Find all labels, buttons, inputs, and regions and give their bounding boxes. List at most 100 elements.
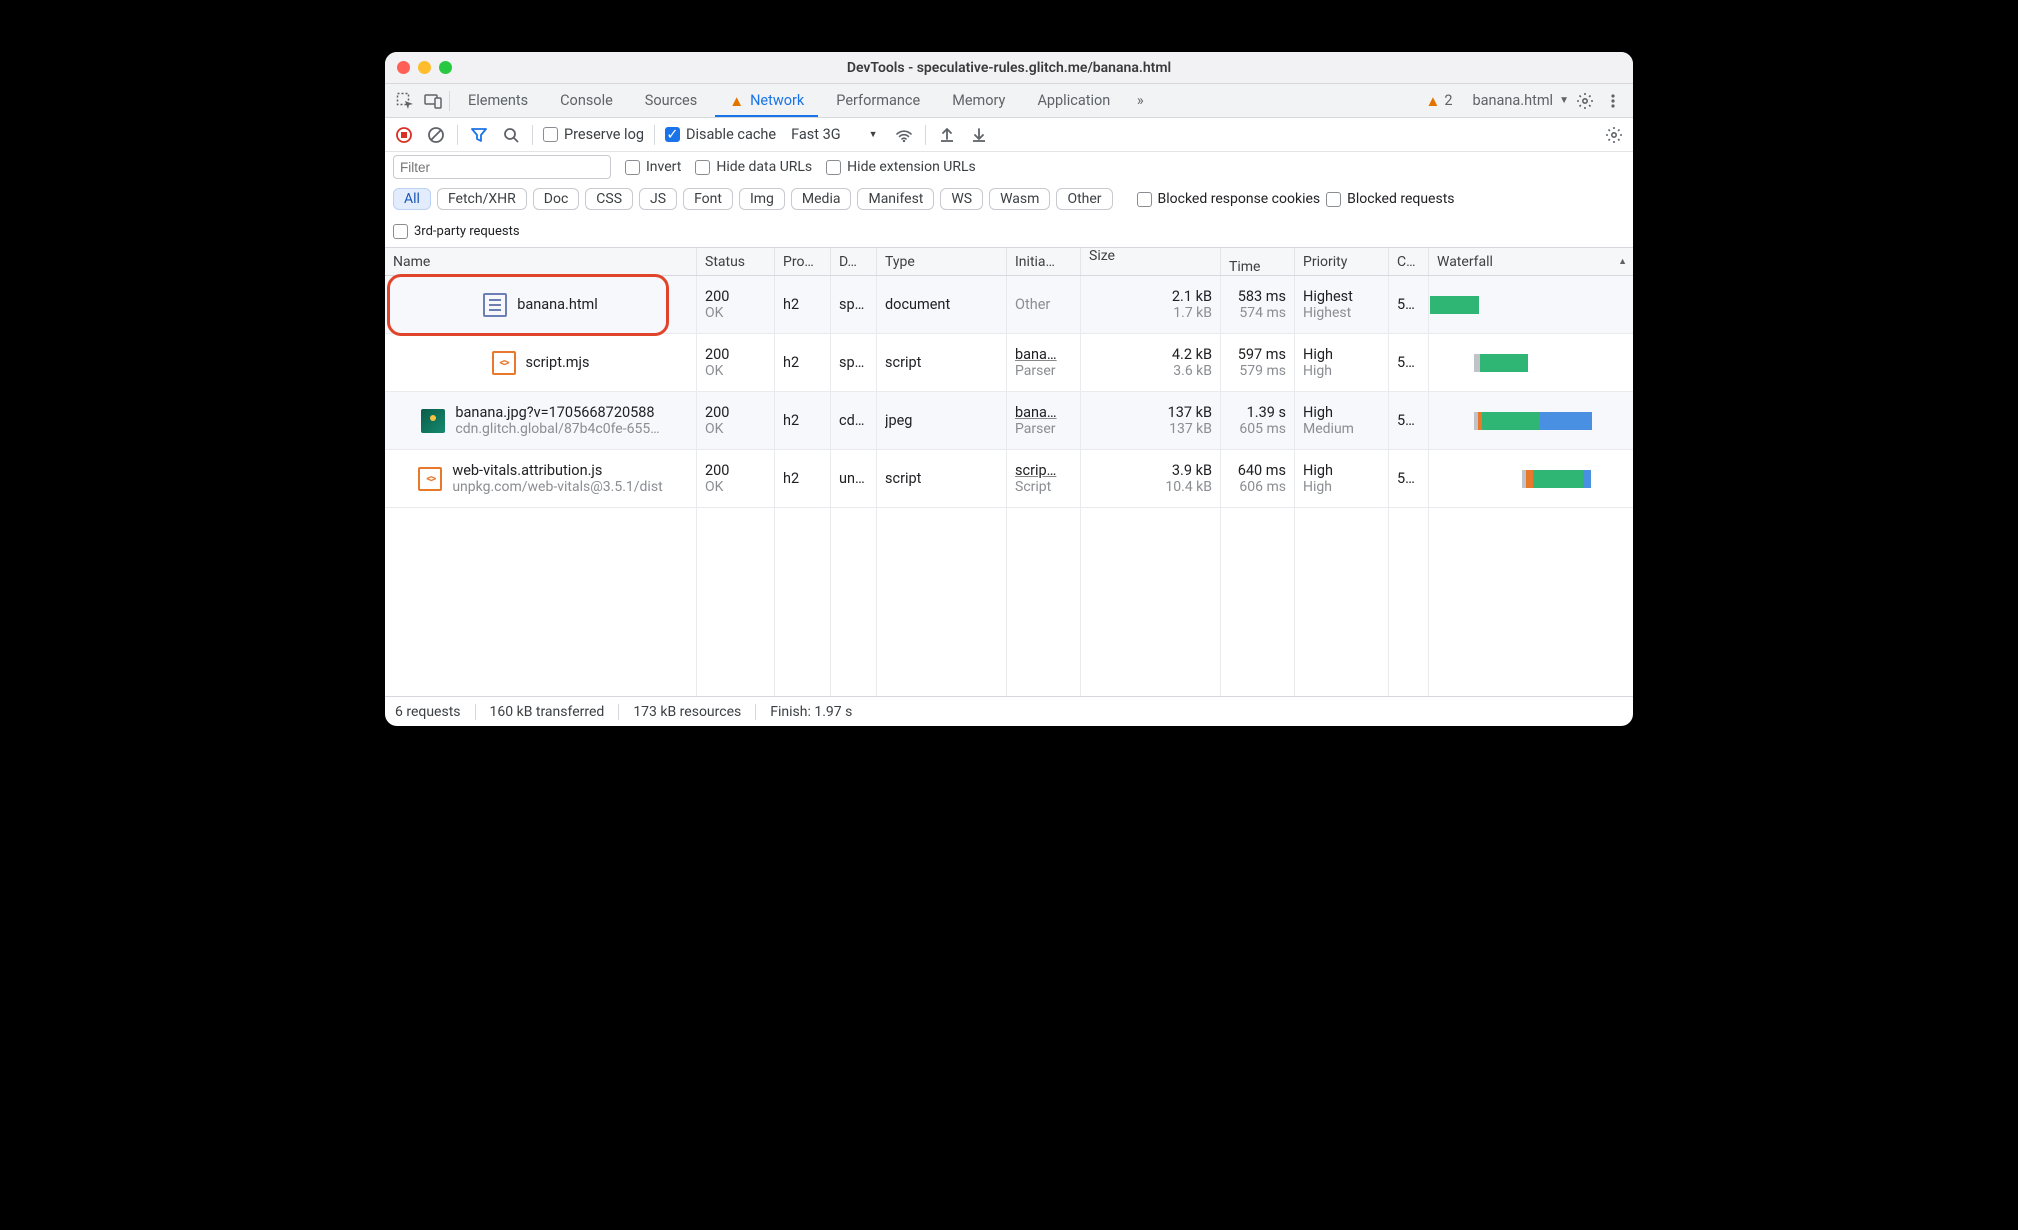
table-row[interactable]: banana.jpg?v=1705668720588cdn.glitch.glo… [385,392,1633,450]
type-chip-font[interactable]: Font [683,188,733,210]
disable-cache-checkbox[interactable]: ✓Disable cache [665,126,776,143]
warning-icon: ▲ [729,92,744,110]
tab-sources[interactable]: Sources [631,86,711,115]
col-status[interactable]: Status [697,248,775,275]
third-party-row: 3rd-party requests [385,216,1633,248]
col-name[interactable]: Name [385,248,697,275]
status-resources: 173 kB resources [633,704,741,720]
grid-body: banana.html200OKh2sp…documentOther2.1 kB… [385,276,1633,696]
tab-console[interactable]: Console [546,86,627,115]
invert-checkbox[interactable]: Invert [625,159,681,175]
import-har-icon[interactable] [968,124,990,146]
table-row[interactable]: web-vitals.attribution.jsunpkg.com/web-v… [385,450,1633,508]
type-chip-doc[interactable]: Doc [533,188,580,210]
table-row[interactable]: banana.html200OKh2sp…documentOther2.1 kB… [385,276,1633,334]
chevron-down-icon: ▼ [1559,95,1569,106]
hide-ext-urls-checkbox[interactable]: Hide extension URLs [826,159,976,175]
preserve-log-checkbox[interactable]: Preserve log [543,126,644,143]
type-chip-other[interactable]: Other [1056,188,1112,210]
filter-input[interactable] [393,155,611,179]
preserve-log-label: Preserve log [564,126,644,143]
export-har-icon[interactable] [936,124,958,146]
status-bar: 6 requests 160 kB transferred 173 kB res… [385,696,1633,726]
traffic-lights [397,61,452,74]
type-chip-ws[interactable]: WS [940,188,983,210]
chevron-down-icon: ▼ [869,129,878,140]
invert-label: Invert [646,159,681,175]
image-icon [421,409,445,433]
script-icon [418,467,442,491]
separator [654,125,655,145]
tab-elements[interactable]: Elements [454,86,542,115]
col-protocol[interactable]: Pro… [775,248,831,275]
kebab-menu-icon[interactable] [1601,89,1625,113]
throttling-label: Fast 3G [791,126,841,143]
type-chip-media[interactable]: Media [791,188,852,210]
tab-label: Sources [645,92,697,109]
separator [449,91,450,111]
issues-count[interactable]: 2 [1444,92,1452,109]
filter-icon[interactable] [468,124,490,146]
tab-application[interactable]: Application [1023,86,1124,115]
blocked-requests-checkbox[interactable]: Blocked requests [1326,191,1454,207]
network-conditions-icon[interactable] [893,124,915,146]
clear-icon[interactable] [425,124,447,146]
filter-bar: Invert Hide data URLs Hide extension URL… [385,152,1633,182]
maximize-icon[interactable] [439,61,452,74]
script-icon [492,351,516,375]
close-icon[interactable] [397,61,410,74]
status-transferred: 160 kB transferred [490,704,605,720]
tab-label: Application [1037,92,1110,109]
type-filter-bar: All Fetch/XHR Doc CSS JS Font Img Media … [385,182,1633,216]
target-label: banana.html [1472,92,1553,109]
col-priority[interactable]: Priority [1295,248,1389,275]
tab-label: Performance [836,92,920,109]
col-initiator[interactable]: Initia… [1007,248,1081,275]
type-chip-js[interactable]: JS [639,188,677,210]
window-title: DevTools - speculative-rules.glitch.me/b… [385,60,1633,76]
tab-network[interactable]: ▲ Network [715,86,818,116]
tab-memory[interactable]: Memory [938,86,1019,115]
third-party-label: 3rd-party requests [414,224,520,239]
blocked-cookies-label: Blocked response cookies [1158,191,1321,207]
settings-icon[interactable] [1573,89,1597,113]
col-connection[interactable]: C… [1389,248,1429,275]
blocked-requests-label: Blocked requests [1347,191,1454,207]
disable-cache-label: Disable cache [686,126,776,143]
tab-label: Console [560,92,613,109]
col-domain[interactable]: D… [831,248,877,275]
type-chip-manifest[interactable]: Manifest [857,188,934,210]
target-selector[interactable]: banana.html ▼ [1472,92,1569,109]
panel-settings-icon[interactable] [1603,124,1625,146]
status-requests: 6 requests [395,704,461,720]
tab-performance[interactable]: Performance [822,86,934,115]
col-waterfall[interactable]: Waterfall [1429,248,1633,275]
issues-warning-icon[interactable]: ▲ [1425,92,1440,110]
third-party-checkbox[interactable]: 3rd-party requests [393,224,520,239]
document-icon [483,293,507,317]
record-icon[interactable] [393,124,415,146]
grid-header[interactable]: Name Status Pro… D… Type Initia… Size Ti… [385,248,1633,276]
type-chip-all[interactable]: All [393,188,431,210]
col-time[interactable]: Time [1221,248,1295,275]
type-chip-wasm[interactable]: Wasm [989,188,1050,210]
separator [925,125,926,145]
col-type[interactable]: Type [877,248,1007,275]
device-toggle-icon[interactable] [421,89,445,113]
search-icon[interactable] [500,124,522,146]
more-tabs-icon[interactable]: » [1128,89,1152,113]
minimize-icon[interactable] [418,61,431,74]
hide-data-urls-checkbox[interactable]: Hide data URLs [695,159,812,175]
type-chip-img[interactable]: Img [739,188,785,210]
titlebar: DevTools - speculative-rules.glitch.me/b… [385,52,1633,84]
devtools-window: DevTools - speculative-rules.glitch.me/b… [385,52,1633,726]
type-chip-fetch[interactable]: Fetch/XHR [437,188,527,210]
blocked-cookies-checkbox[interactable]: Blocked response cookies [1137,191,1321,207]
throttling-select[interactable]: Fast 3G ▼ [786,123,882,146]
table-row[interactable]: script.mjs200OKh2sp…scriptbana…Parser4.2… [385,334,1633,392]
hide-data-urls-label: Hide data URLs [716,159,812,175]
type-chip-css[interactable]: CSS [585,188,633,210]
inspect-icon[interactable] [393,89,417,113]
status-finish: Finish: 1.97 s [770,704,852,720]
col-size[interactable]: Size [1081,248,1221,275]
